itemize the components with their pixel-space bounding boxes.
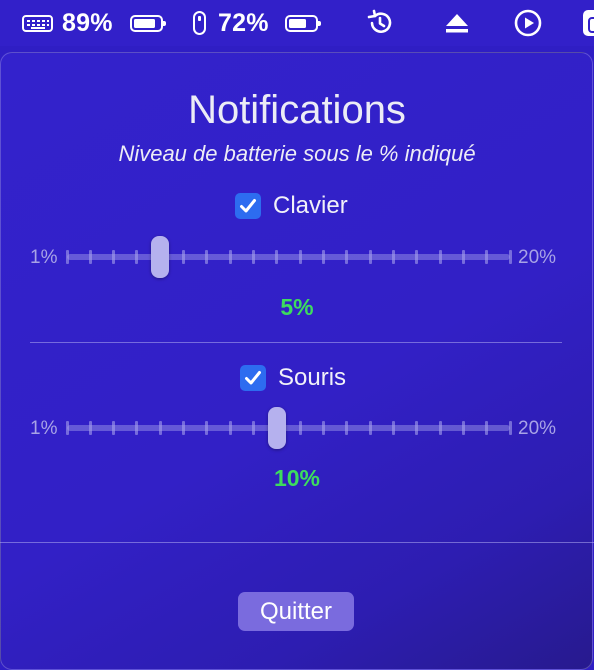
mouse-battery-status[interactable]	[193, 0, 206, 46]
slider-tick	[298, 421, 302, 435]
menu-bar: 89% 72%	[0, 0, 594, 46]
slider-tick	[461, 250, 465, 264]
slider-tick	[415, 250, 419, 264]
battery-icon	[285, 14, 321, 32]
slider-tick	[65, 421, 69, 435]
mouse-checkbox[interactable]	[240, 365, 266, 391]
mouse-checkbox-row[interactable]: Souris	[240, 364, 346, 392]
mouse-icon	[193, 11, 206, 35]
mouse-battery-percent: 72%	[218, 8, 269, 37]
slider-tick	[368, 421, 372, 435]
slider-tick	[415, 421, 419, 435]
slider-tick	[135, 421, 139, 435]
keyboard-battery-percent: 89%	[62, 8, 113, 37]
slider-tick	[508, 421, 512, 435]
mouse-threshold-slider[interactable]	[65, 407, 512, 449]
battery-icon	[130, 14, 166, 32]
slider-tick	[228, 421, 232, 435]
slider-tick	[182, 421, 186, 435]
checkmark-icon	[240, 199, 256, 213]
slider-tick	[485, 421, 489, 435]
app-icon[interactable]	[583, 10, 594, 36]
keyboard-threshold-value: 5%	[280, 294, 314, 320]
slider-tick	[438, 421, 442, 435]
quit-button[interactable]: Quitter	[238, 592, 354, 631]
slider-tick	[112, 421, 116, 435]
slider-tick	[438, 250, 442, 264]
slider-knob[interactable]	[267, 407, 286, 449]
keyboard-threshold-slider[interactable]	[65, 236, 512, 278]
keyboard-label: Clavier	[273, 192, 348, 219]
slider-tick	[461, 421, 465, 435]
play-icon[interactable]	[513, 0, 543, 46]
slider-tick	[252, 421, 256, 435]
mouse-slider-max-label: 20%	[518, 418, 557, 439]
slider-tick	[65, 250, 69, 264]
time-machine-icon[interactable]	[365, 0, 395, 46]
slider-tick	[298, 250, 302, 264]
mouse-threshold-value: 10%	[273, 465, 321, 491]
section-divider	[30, 342, 562, 343]
slider-tick	[368, 250, 372, 264]
mouse-slider-min-label: 1%	[30, 418, 58, 439]
mouse-label: Souris	[278, 364, 347, 391]
slider-tick	[345, 250, 349, 264]
slider-tick	[391, 421, 395, 435]
keyboard-slider-max-label: 20%	[518, 247, 557, 268]
slider-knob[interactable]	[151, 236, 170, 278]
slider-tick	[88, 421, 92, 435]
keyboard-battery-fill	[134, 18, 155, 28]
slider-tick	[321, 250, 325, 264]
slider-tick	[391, 250, 395, 264]
slider-tick	[275, 250, 279, 264]
popover-title: Notifications	[188, 88, 406, 132]
keyboard-slider-min-label: 1%	[30, 247, 58, 268]
slider-tick	[228, 250, 232, 264]
slider-tick	[135, 250, 139, 264]
slider-tick	[205, 250, 209, 264]
mouse-battery-fill	[289, 18, 306, 28]
slider-tick	[508, 250, 512, 264]
slider-tick	[321, 421, 325, 435]
slider-tick	[182, 250, 186, 264]
checkmark-icon	[245, 371, 261, 385]
slider-tick	[112, 250, 116, 264]
keyboard-checkbox[interactable]	[235, 193, 261, 219]
keyboard-checkbox-row[interactable]: Clavier	[235, 192, 348, 220]
eject-icon[interactable]	[444, 0, 470, 46]
slider-tick	[345, 421, 349, 435]
slider-tick	[88, 250, 92, 264]
popover-subtitle: Niveau de batterie sous le % indiqué	[118, 141, 476, 166]
slider-tick	[205, 421, 209, 435]
slider-tick	[485, 250, 489, 264]
slider-tick	[158, 421, 162, 435]
slider-tick	[252, 250, 256, 264]
keyboard-icon	[22, 14, 53, 32]
footer-divider	[0, 542, 594, 543]
keyboard-battery-status[interactable]	[22, 0, 53, 46]
